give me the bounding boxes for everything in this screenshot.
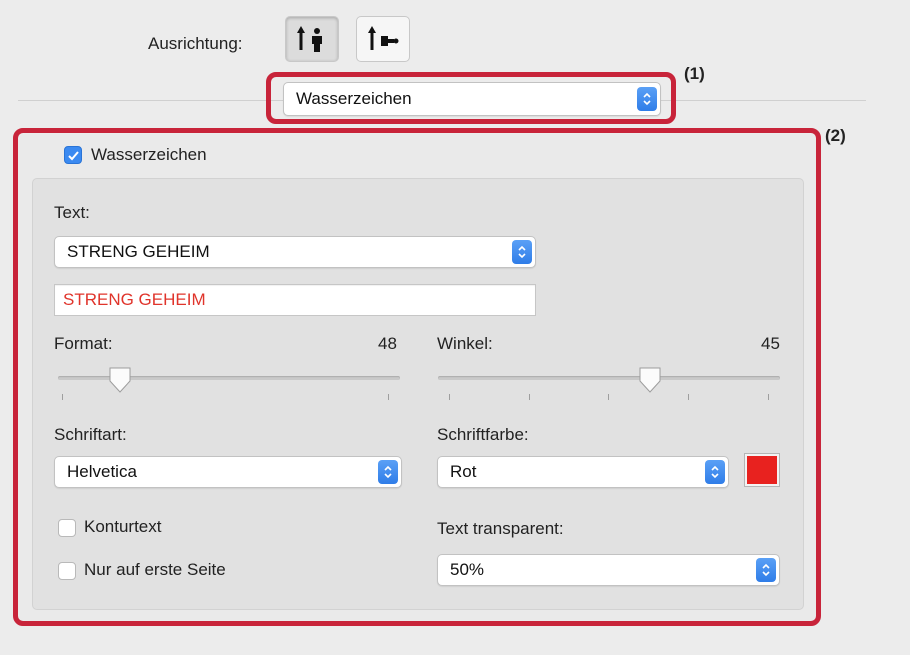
orientation-label: Ausrichtung: xyxy=(148,34,243,53)
section-select[interactable]: Wasserzeichen xyxy=(283,82,661,116)
callout-2: (2) xyxy=(825,126,846,145)
landscape-orientation-button[interactable] xyxy=(356,16,410,62)
landscape-orientation-icon xyxy=(368,26,399,50)
portrait-orientation-icon xyxy=(297,26,322,52)
callout-1: (1) xyxy=(684,64,705,83)
chevron-updown-icon xyxy=(637,87,657,111)
highlight-box-2 xyxy=(13,128,821,626)
portrait-orientation-button[interactable] xyxy=(285,16,339,62)
section-select-value: Wasserzeichen xyxy=(296,89,412,108)
